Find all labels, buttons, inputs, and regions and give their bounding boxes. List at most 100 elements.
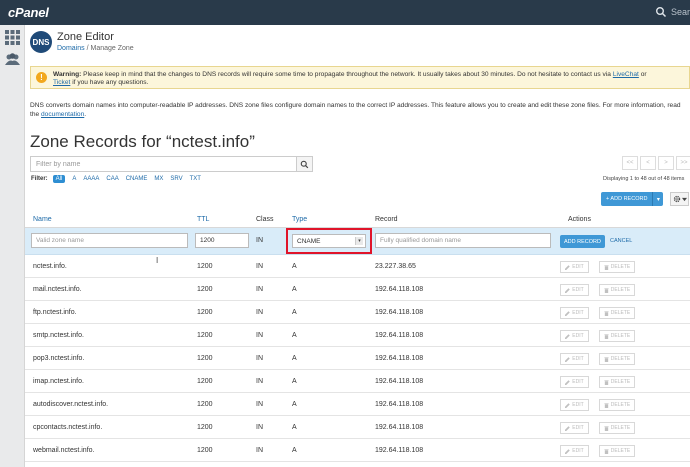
filter-cname[interactable]: CNAME bbox=[126, 175, 148, 183]
edit-button[interactable]: EDIT bbox=[560, 261, 589, 273]
delete-button[interactable]: DELETE bbox=[599, 445, 635, 457]
chevron-down-icon[interactable]: ▾ bbox=[355, 237, 363, 245]
global-search[interactable]: Search bbox=[655, 6, 690, 18]
col-header-type[interactable]: Type bbox=[292, 216, 307, 223]
breadcrumb-separator: / bbox=[86, 45, 89, 52]
record-value: 192.64.118.108 bbox=[375, 286, 424, 293]
users-icon[interactable] bbox=[4, 51, 21, 68]
edit-button[interactable]: EDIT bbox=[560, 445, 589, 457]
edit-button[interactable]: EDIT bbox=[560, 284, 589, 296]
delete-button[interactable]: DELETE bbox=[599, 330, 635, 342]
record-class: IN bbox=[256, 309, 263, 316]
warning-text: Please keep in mind that the changes to … bbox=[83, 71, 611, 78]
filter-aaaa[interactable]: AAAA bbox=[83, 175, 99, 183]
type-select-highlight: CNAME ▾ bbox=[286, 228, 372, 254]
delete-button[interactable]: DELETE bbox=[599, 261, 635, 273]
filter-srv[interactable]: SRV bbox=[170, 175, 182, 183]
record-class: IN bbox=[256, 401, 263, 408]
pencil-icon bbox=[565, 310, 571, 316]
record-type: A bbox=[292, 332, 297, 339]
search-label[interactable]: Search bbox=[671, 7, 690, 17]
trash-icon bbox=[604, 287, 609, 293]
edit-button[interactable]: EDIT bbox=[560, 422, 589, 434]
record-ttl: 1200 bbox=[197, 378, 213, 385]
edit-label: EDIT bbox=[572, 379, 584, 385]
record-value: 192.64.118.108 bbox=[375, 355, 424, 362]
trash-icon bbox=[604, 379, 609, 385]
delete-label: DELETE bbox=[610, 402, 631, 408]
delete-button[interactable]: DELETE bbox=[599, 284, 635, 296]
grid-icon[interactable] bbox=[4, 29, 21, 46]
delete-button[interactable]: DELETE bbox=[599, 353, 635, 365]
table-row: ftp.nctest.info. 1200 IN A 192.64.118.10… bbox=[25, 301, 690, 324]
filter-caa[interactable]: CAA bbox=[106, 175, 118, 183]
filter-txt[interactable]: TXT bbox=[190, 175, 201, 183]
table-row: autodiscover.nctest.info. 1200 IN A 192.… bbox=[25, 393, 690, 416]
sidebar bbox=[0, 25, 25, 467]
edit-label: EDIT bbox=[572, 287, 584, 293]
pencil-icon bbox=[565, 448, 571, 454]
livechat-link[interactable]: LiveChat bbox=[613, 71, 639, 78]
type-select-value[interactable]: CNAME bbox=[297, 238, 320, 245]
page-title: Zone Editor bbox=[57, 31, 114, 43]
record-name: mail.nctest.info. bbox=[33, 286, 82, 293]
record-name: webmail.nctest.info. bbox=[33, 447, 95, 454]
edit-button[interactable]: EDIT bbox=[560, 376, 589, 388]
next-page-button[interactable]: > bbox=[658, 156, 674, 170]
record-type: A bbox=[292, 378, 297, 385]
edit-button[interactable]: EDIT bbox=[560, 330, 589, 342]
search-icon[interactable] bbox=[655, 6, 667, 18]
delete-button[interactable]: DELETE bbox=[599, 376, 635, 388]
last-page-button[interactable]: >> bbox=[676, 156, 690, 170]
edit-button[interactable]: EDIT bbox=[560, 307, 589, 319]
add-record-label[interactable]: + ADD RECORD bbox=[601, 196, 652, 202]
delete-button[interactable]: DELETE bbox=[599, 399, 635, 411]
record-name: nctest.info. bbox=[33, 263, 67, 270]
breadcrumb-current: Manage Zone bbox=[90, 45, 134, 52]
filter-a[interactable]: A bbox=[72, 175, 76, 183]
add-record-button[interactable]: + ADD RECORD ▾ bbox=[601, 192, 664, 206]
ttl-input[interactable] bbox=[195, 233, 249, 248]
settings-button[interactable] bbox=[670, 192, 689, 206]
record-class: IN bbox=[256, 355, 263, 362]
edit-label: EDIT bbox=[572, 448, 584, 454]
filter-search-input[interactable] bbox=[30, 156, 296, 172]
record-ttl: 1200 bbox=[197, 355, 213, 362]
cpanel-logo[interactable]: cPanel bbox=[8, 5, 49, 20]
breadcrumb-domains-link[interactable]: Domains bbox=[57, 45, 85, 52]
record-ttl: 1200 bbox=[197, 332, 213, 339]
record-name: autodiscover.nctest.info. bbox=[33, 401, 109, 408]
submit-add-record-button[interactable]: ADD RECORD bbox=[560, 235, 605, 248]
filter-mx[interactable]: MX bbox=[154, 175, 163, 183]
filter-search-button[interactable] bbox=[296, 156, 313, 172]
record-value: 23.227.38.65 bbox=[375, 263, 416, 270]
type-select[interactable]: CNAME ▾ bbox=[292, 234, 366, 248]
dns-icon: DNS bbox=[30, 31, 52, 53]
record-name: smtp.nctest.info. bbox=[33, 332, 84, 339]
col-header-name[interactable]: Name bbox=[33, 216, 52, 223]
first-page-button[interactable]: << bbox=[622, 156, 638, 170]
prev-page-button[interactable]: < bbox=[640, 156, 656, 170]
delete-button[interactable]: DELETE bbox=[599, 307, 635, 319]
zone-heading: Zone Records for “nctest.info” bbox=[30, 132, 255, 151]
pencil-icon bbox=[565, 333, 571, 339]
pencil-icon bbox=[565, 264, 571, 270]
filter-label: Filter: bbox=[31, 176, 48, 182]
documentation-link[interactable]: documentation bbox=[41, 111, 84, 118]
col-header-actions: Actions bbox=[568, 216, 591, 223]
record-input[interactable] bbox=[375, 233, 551, 248]
zone-name-input[interactable] bbox=[31, 233, 188, 248]
chevron-down-icon[interactable]: ▾ bbox=[652, 192, 663, 206]
delete-label: DELETE bbox=[610, 379, 631, 385]
edit-button[interactable]: EDIT bbox=[560, 353, 589, 365]
filter-all[interactable]: All bbox=[52, 175, 66, 183]
col-header-ttl[interactable]: TTL bbox=[197, 216, 209, 223]
ticket-link[interactable]: Ticket bbox=[53, 79, 70, 86]
record-class: IN bbox=[256, 332, 263, 339]
cancel-button[interactable]: CANCEL bbox=[610, 238, 632, 244]
delete-button[interactable]: DELETE bbox=[599, 422, 635, 434]
pencil-icon bbox=[565, 379, 571, 385]
trash-icon bbox=[604, 264, 609, 270]
top-bar: cPanel Search bbox=[0, 0, 690, 25]
edit-button[interactable]: EDIT bbox=[560, 399, 589, 411]
